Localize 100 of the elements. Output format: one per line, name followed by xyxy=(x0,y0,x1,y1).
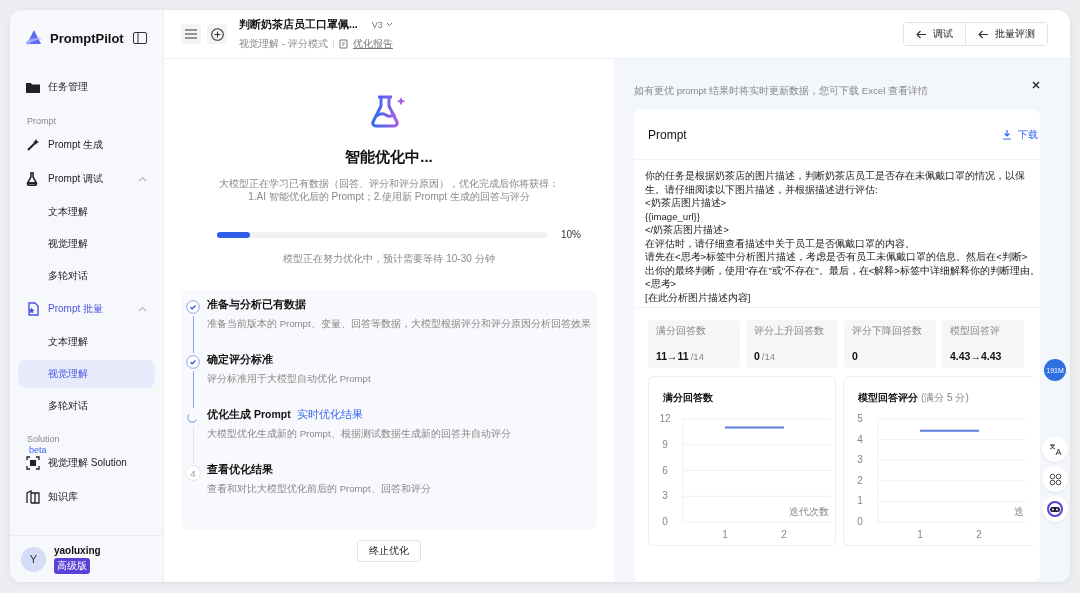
wand-icon xyxy=(26,138,40,152)
menu-button[interactable] xyxy=(181,24,201,44)
nav-subitem[interactable]: 多轮对话 xyxy=(18,392,155,420)
arrow-left-icon xyxy=(916,29,927,39)
y-tick-label: 9 xyxy=(662,438,668,450)
x-axis-title: 迭代次数 xyxy=(789,506,829,517)
prompt-text-line: 请先在<思考>标签中分析图片描述，考虑是否有员工未佩戴口罩的信息。然后在<判断> xyxy=(645,250,1029,264)
flask-sparkle-icon xyxy=(370,94,408,130)
app-logo-text: PromptPilot xyxy=(50,30,125,46)
stat-label: 模型回答评 xyxy=(950,324,1001,338)
menu-icon xyxy=(185,29,197,39)
y-tick-label: 3 xyxy=(662,490,668,502)
status-heading: 智能优化中... xyxy=(345,148,433,167)
stat-value: 4.43→4.43 xyxy=(950,349,1002,362)
logo-icon xyxy=(24,28,44,48)
step-title: 优化生成 Prompt xyxy=(207,408,291,422)
back-button[interactable]: 批量评测 xyxy=(965,23,1047,45)
nav-item[interactable]: 任务管理 xyxy=(18,70,155,104)
stat-total: /14 xyxy=(761,350,776,362)
step-title: 查看优化结果 xyxy=(207,463,273,477)
stat-value: 0 xyxy=(754,349,760,362)
download-link[interactable]: 下载 xyxy=(1002,127,1040,142)
prompt-text-line: 你的任务是根据奶茶店的图片描述，判断奶茶店员工是否存在未佩戴口罩的情况，以保 xyxy=(645,169,1026,183)
nav-subitem[interactable]: 视觉理解 xyxy=(18,230,155,258)
download-icon xyxy=(1002,129,1012,140)
prompt-text-line: 出你的最终判断，使用"存在"或"不存在"。最后，在<解释>标签中详细解释你的判断理由。 xyxy=(645,263,1040,277)
user-name: yaoluxing xyxy=(54,544,101,556)
chevron-icon xyxy=(138,176,147,182)
x-tick-label: 1 xyxy=(722,529,728,540)
close-icon[interactable] xyxy=(1032,80,1040,89)
step-number: 4 xyxy=(185,465,201,481)
nav-subitem[interactable]: 文本理解 xyxy=(18,328,155,356)
step-description: 评分标准用于大模型自动优化 Prompt xyxy=(207,373,371,386)
stop-button[interactable]: 终止优化 xyxy=(357,540,421,562)
step-title: 准备与分析已有数据 xyxy=(207,298,306,312)
prompt-text-line: </奶茶店图片描述> xyxy=(645,223,730,237)
prompt-text-line: <奶茶店图片描述> xyxy=(645,196,728,210)
nav-item[interactable]: Prompt 批量 xyxy=(18,292,155,326)
nav-section-label: Solution xyxy=(27,434,61,444)
add-button[interactable] xyxy=(207,24,227,44)
stat-label: 评分下降回答数 xyxy=(852,324,923,338)
assistant-button[interactable] xyxy=(1042,496,1068,522)
stat-value: 0 xyxy=(852,349,858,362)
scan-icon xyxy=(26,456,40,470)
step-description: 查看和对比大模型优化前后的 Prompt、回答和评分 xyxy=(207,483,431,496)
nav-item[interactable]: Prompt 调试 xyxy=(18,162,155,196)
nav-item[interactable]: beta 视觉理解 Solution xyxy=(18,446,155,480)
nav-subitem[interactable]: 多轮对话 xyxy=(18,262,155,290)
chart-title: 模型回答评分 xyxy=(858,391,918,405)
step-title: 确定评分标准 xyxy=(207,353,273,367)
x-tick-label: 2 xyxy=(781,529,787,540)
nav-item[interactable]: Prompt 生成 xyxy=(18,128,155,162)
report-link[interactable]: 优化报告 xyxy=(352,36,393,51)
x-tick-label: 1 xyxy=(917,529,923,540)
flask-icon xyxy=(26,172,40,186)
card-title: Prompt xyxy=(648,127,687,142)
stat-label: 满分回答数 xyxy=(656,324,707,338)
mode-label: 视觉理解 - 评分模式 xyxy=(239,36,328,51)
translate-icon xyxy=(1048,442,1062,456)
plus-circle-icon xyxy=(210,27,224,41)
nav-subitem[interactable]: 视觉理解 xyxy=(18,360,155,388)
nav-subitem[interactable]: 文本理解 xyxy=(18,198,155,226)
prompt-text-line: 生。请仔细阅读以下图片描述，并根据描述进行评估: xyxy=(645,182,879,196)
task-title: 判断奶茶店员工口罩佩... xyxy=(239,17,358,32)
plan-badge: 高级版 xyxy=(54,557,90,574)
chevron-icon xyxy=(138,306,147,312)
beta-label: beta xyxy=(29,445,47,455)
data-line xyxy=(724,426,785,429)
prompt-text-line: [在此分析图片描述内容] xyxy=(645,290,752,304)
grid-icon xyxy=(1048,472,1062,486)
sidebar-toggle-icon[interactable] xyxy=(133,32,147,44)
y-tick-label: 5 xyxy=(857,413,863,424)
translate-button[interactable] xyxy=(1042,436,1068,462)
prompt-text-line: {{image_url}} xyxy=(645,209,701,223)
y-tick-label: 0 xyxy=(857,516,863,527)
chart-note: (满分 5 分) xyxy=(921,391,969,405)
step-description: 准备当前版本的 Prompt、变量、回答等数据，大模型根据评分和评分原因分析回答效果 xyxy=(207,318,591,331)
prompt-text-line: 在评估时，请仔细查看描述中关于员工是否佩戴口罩的内容。 xyxy=(645,236,916,250)
robot-face-icon xyxy=(1047,501,1063,517)
panel-subtitle: 如有更优 prompt 结果时将实时更新数据，您可下载 Excel 查看详情 xyxy=(634,85,928,98)
y-tick-label: 1 xyxy=(857,495,863,507)
caret-icon xyxy=(385,22,393,27)
chart-title: 满分回答数 xyxy=(663,391,713,405)
star-document-icon xyxy=(26,302,40,316)
version-dropdown[interactable]: V3 xyxy=(371,19,393,30)
x-axis-title: 迭 xyxy=(1014,506,1024,517)
y-tick-label: 0 xyxy=(662,516,668,527)
y-tick-label: 2 xyxy=(857,474,863,486)
y-tick-label: 6 xyxy=(662,464,668,476)
arrow-left-icon xyxy=(978,29,989,39)
avatar[interactable]: Y xyxy=(21,546,46,572)
nav-section-label: Prompt xyxy=(27,116,57,126)
data-line xyxy=(919,429,980,432)
nav-item[interactable]: 知识库 xyxy=(18,480,155,514)
live-results-link[interactable]: 实时优化结果 xyxy=(296,408,363,422)
stat-label: 评分上升回答数 xyxy=(754,324,825,338)
folder-icon xyxy=(26,81,40,93)
stat-total: /14 xyxy=(690,350,705,362)
y-tick-label: 12 xyxy=(659,413,671,424)
apps-button[interactable] xyxy=(1042,466,1068,492)
